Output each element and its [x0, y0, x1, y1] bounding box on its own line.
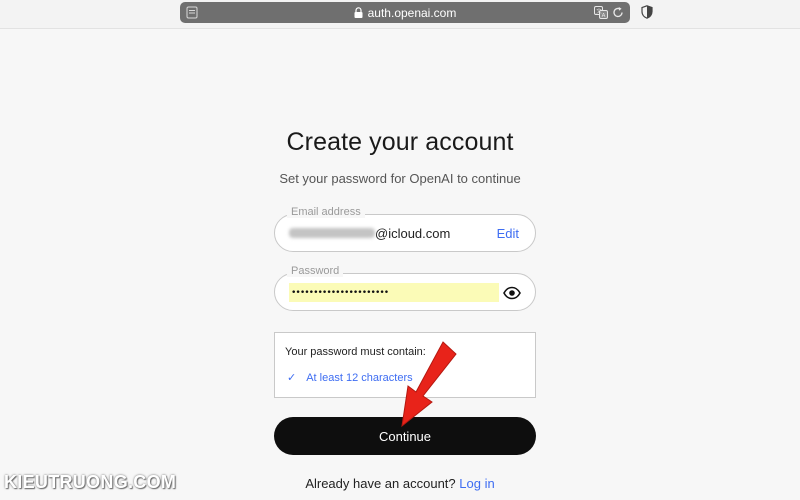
reload-icon[interactable]	[612, 6, 624, 19]
watermark: KIEUTRUONG.COM	[4, 472, 177, 492]
edit-email-link[interactable]: Edit	[497, 226, 519, 241]
email-field: Email address @icloud.com Edit	[274, 206, 536, 252]
check-icon: ✓	[287, 372, 297, 384]
page-title: Create your account	[286, 128, 514, 156]
email-field-label: Email address	[287, 206, 365, 218]
svg-text:A: A	[602, 13, 606, 19]
eye-icon[interactable]	[503, 285, 521, 301]
login-link[interactable]: Log in	[459, 476, 494, 491]
requirement-item: ✓ At least 12 characters	[287, 371, 413, 385]
translate-icon[interactable]: 文 A	[594, 6, 608, 19]
page-subtitle: Set your password for OpenAI to continue	[279, 171, 521, 186]
login-prompt-text: Already have an account?	[305, 476, 456, 491]
browser-toolbar: auth.openai.com 文 A	[0, 0, 800, 29]
url-text: auth.openai.com	[367, 5, 457, 20]
lock-icon	[354, 7, 363, 18]
password-field[interactable]: Password	[274, 265, 536, 311]
email-redaction-blur	[289, 228, 375, 238]
address-bar[interactable]: auth.openai.com 文 A	[180, 2, 630, 23]
password-field-label: Password	[287, 265, 344, 277]
password-input[interactable]	[291, 285, 497, 301]
shield-icon[interactable]	[641, 5, 653, 19]
red-arrow-icon	[401, 341, 457, 428]
email-value: @icloud.com	[375, 226, 451, 241]
